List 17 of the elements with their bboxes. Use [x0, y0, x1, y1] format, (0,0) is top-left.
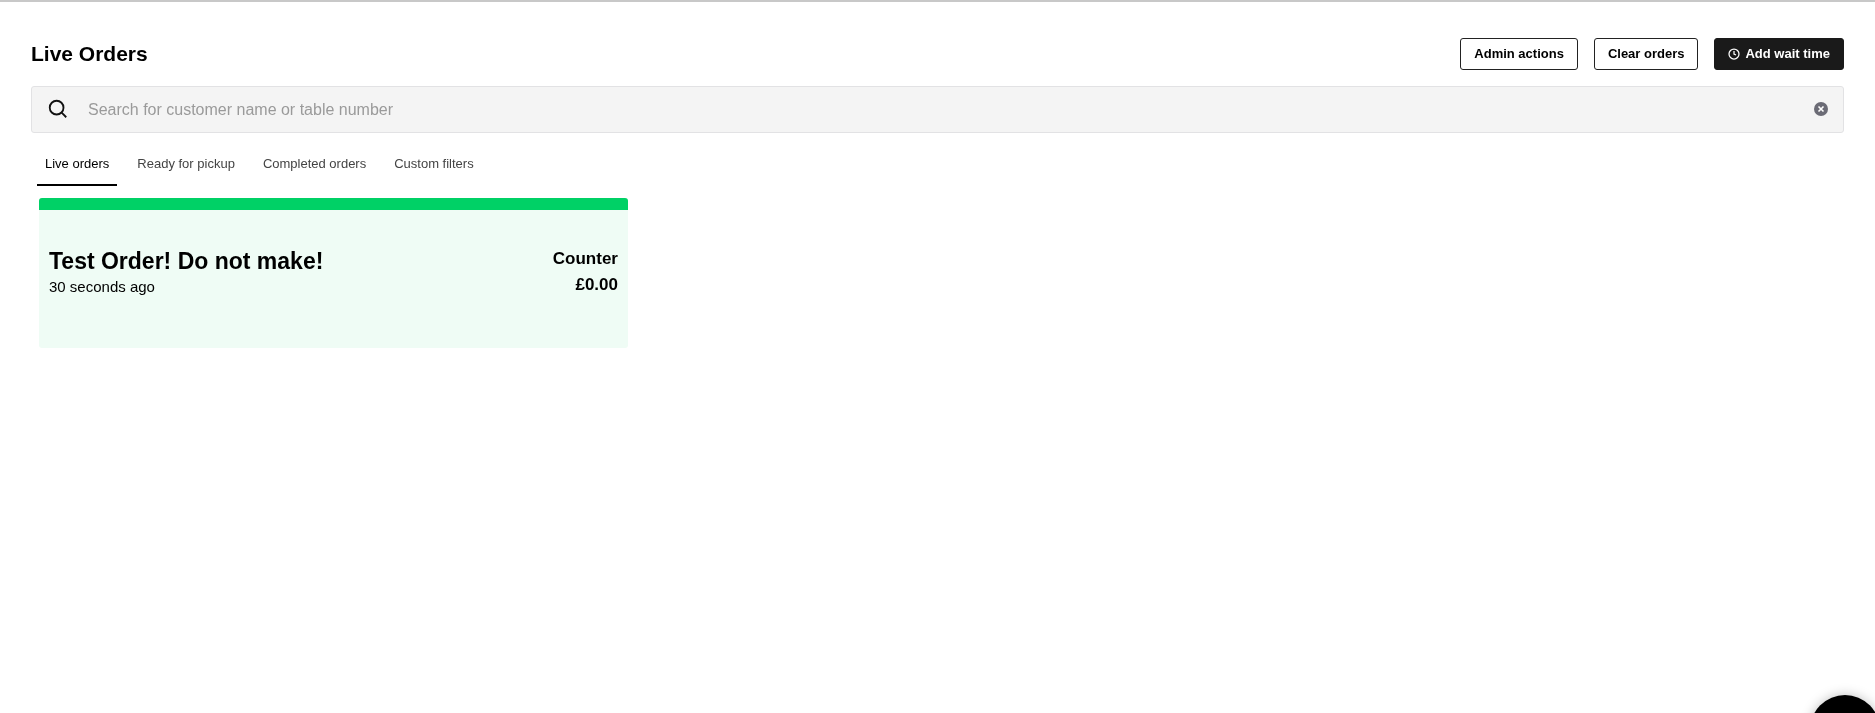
- tab[interactable]: Live orders: [37, 143, 118, 186]
- action-button[interactable]: Admin actions: [1460, 38, 1578, 70]
- search-field[interactable]: Search for customer name or table number: [31, 86, 1844, 133]
- clock-icon: [1728, 48, 1741, 60]
- tab[interactable]: Completed orders: [254, 143, 375, 186]
- search-icon: [47, 98, 69, 120]
- action-button[interactable]: Clear orders: [1593, 38, 1699, 70]
- page-title: Live Orders: [31, 41, 148, 68]
- order-card[interactable]: Test Order! Do not make! 30 seconds ago Counter £0.00: [39, 198, 628, 348]
- order-title: Test Order! Do not make!: [49, 246, 324, 276]
- order-total: £0.00: [575, 274, 618, 297]
- tab[interactable]: Ready for pickup: [129, 143, 243, 186]
- order-time: 30 seconds ago: [49, 276, 156, 297]
- clear-icon[interactable]: [1814, 102, 1828, 116]
- order-location: Counter: [552, 248, 618, 271]
- tab[interactable]: Custom filters: [386, 143, 482, 186]
- add-wait-time-button[interactable]: Add wait time: [1714, 38, 1844, 70]
